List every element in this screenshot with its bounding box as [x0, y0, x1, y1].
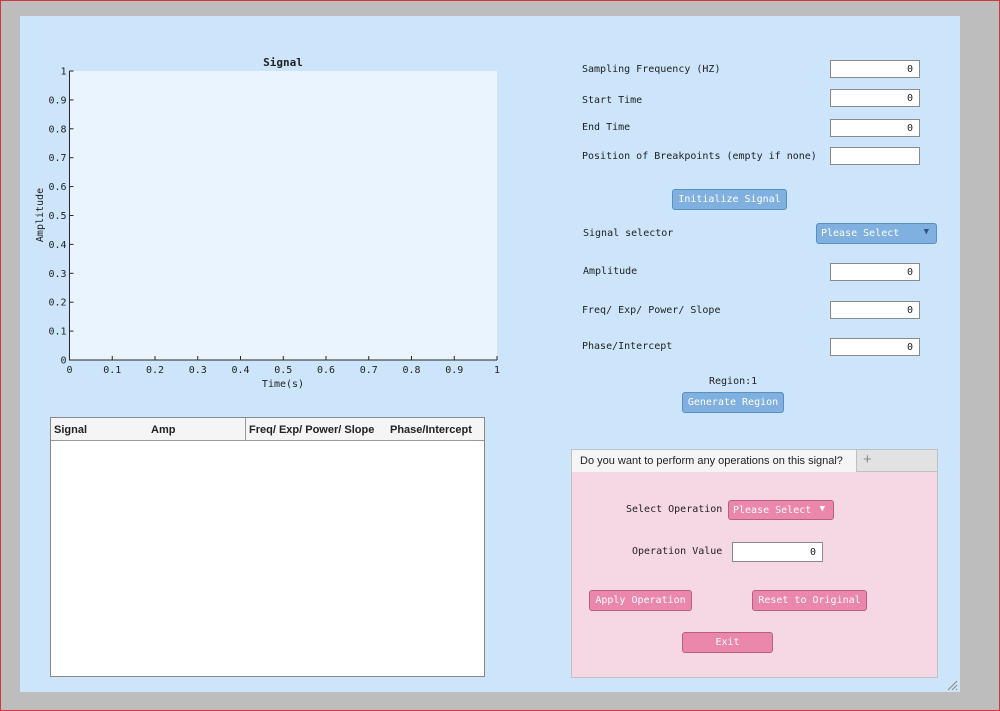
signal-selector-dropdown[interactable]: Please Select ▼ — [816, 223, 937, 244]
generate-region-button[interactable]: Generate Region — [682, 392, 784, 413]
y-tick-label: 0.7 — [48, 153, 66, 164]
x-tick-label: 0.5 — [274, 365, 292, 376]
operation-value-label: Operation Value — [632, 546, 723, 557]
freq-input[interactable]: 0 — [830, 301, 920, 319]
x-tick-label: 0.8 — [402, 365, 420, 376]
select-operation-label: Select Operation — [626, 504, 723, 515]
apply-operation-button[interactable]: Apply Operation — [589, 590, 692, 611]
x-axis-label: Time(s) — [262, 379, 304, 390]
y-axis-label: Amplitude — [35, 188, 46, 242]
x-tick-label: 0.9 — [445, 365, 463, 376]
y-tick-label: 0.9 — [48, 95, 66, 106]
x-tick-label: 0 — [66, 365, 72, 376]
x-tick-label: 0.6 — [317, 365, 335, 376]
phase-label: Phase/Intercept — [582, 341, 673, 352]
y-tick-label: 0.2 — [48, 298, 66, 309]
table-header-freq[interactable]: Freq/ Exp/ Power/ Slope — [246, 418, 388, 441]
y-tick-label: 0.8 — [48, 124, 66, 135]
start-time-input[interactable]: 0 — [830, 89, 920, 107]
signal-selector-label: Signal selector — [583, 228, 674, 239]
signal-chart: Signal 0 0.1 0.2 0.3 0.4 0.5 0.6 0.7 0.8 0.9 1 0 0.… — [35, 56, 500, 390]
signal-selector-value: Please Select — [821, 228, 900, 239]
y-tick-label: 0.1 — [48, 327, 66, 338]
x-tick-label: 1 — [494, 365, 500, 376]
y-tick-label: 0.6 — [48, 182, 66, 193]
chevron-down-icon: ▼ — [923, 227, 929, 237]
start-time-label: Start Time — [582, 95, 643, 106]
signal-table[interactable]: Signal Amp Freq/ Exp/ Power/ Slope Phase… — [50, 417, 485, 677]
amplitude-input[interactable]: 0 — [830, 263, 920, 281]
operation-dropdown[interactable]: Please Select ▼ — [728, 500, 834, 520]
table-header-amp[interactable]: Amp — [148, 418, 246, 441]
region-indicator: Region:1 — [709, 376, 758, 387]
table-header-signal[interactable]: Signal — [51, 418, 149, 441]
initialize-signal-button[interactable]: Initialize Signal — [672, 189, 787, 210]
x-tick-label: 0.7 — [360, 365, 378, 376]
reset-to-original-button[interactable]: Reset to Original — [752, 590, 867, 611]
freq-label: Freq/ Exp/ Power/ Slope — [582, 305, 721, 316]
y-tick-label: 0 — [60, 356, 66, 367]
exit-button[interactable]: Exit — [682, 632, 773, 653]
breakpoints-input[interactable] — [830, 147, 920, 165]
chevron-down-icon: ▼ — [819, 504, 825, 514]
add-tab-icon[interactable]: + — [863, 451, 872, 468]
table-header-phase[interactable]: Phase/Intercept — [387, 418, 484, 441]
operation-value-input[interactable]: 0 — [732, 542, 823, 562]
x-tick-label: 0.4 — [231, 365, 249, 376]
operation-dropdown-value: Please Select — [733, 505, 812, 516]
end-time-input[interactable]: 0 — [830, 119, 920, 137]
sampling-frequency-label: Sampling Frequency (HZ) — [582, 64, 721, 75]
y-tick-label: 1 — [60, 67, 66, 78]
y-tick-label: 0.5 — [48, 211, 66, 222]
tab-strip: Do you want to perform any operations on… — [572, 450, 937, 472]
x-tick-label: 0.2 — [146, 365, 164, 376]
end-time-label: End Time — [582, 122, 631, 133]
breakpoints-label: Position of Breakpoints (empty if none) — [582, 151, 817, 162]
sampling-frequency-input[interactable]: 0 — [830, 60, 920, 78]
y-tick-label: 0.3 — [48, 269, 66, 280]
plot-area — [70, 71, 497, 360]
resize-grip-icon[interactable] — [946, 679, 958, 691]
phase-input[interactable]: 0 — [830, 338, 920, 356]
x-tick-label: 0.1 — [103, 365, 121, 376]
tab-operations[interactable]: Do you want to perform any operations on… — [572, 450, 857, 472]
chart-title: Signal — [263, 56, 303, 69]
amplitude-label: Amplitude — [583, 266, 638, 277]
y-tick-label: 0.4 — [48, 240, 66, 251]
x-tick-label: 0.3 — [189, 365, 207, 376]
